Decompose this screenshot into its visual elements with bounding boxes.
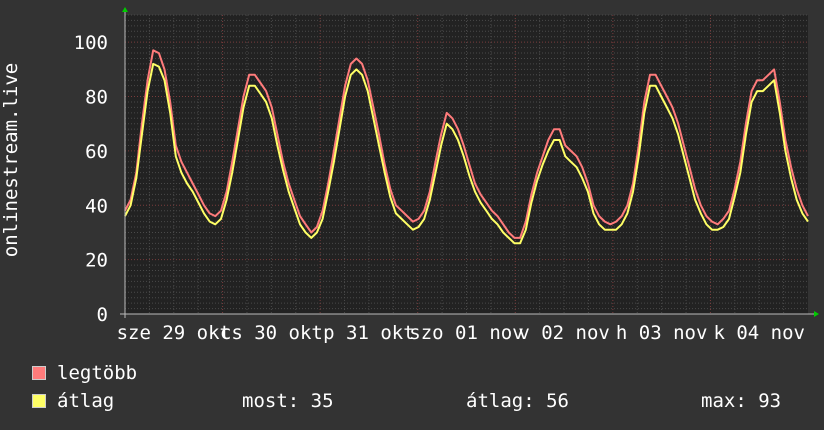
y-tick-label: 80: [85, 87, 108, 109]
y-tick-label: 100: [74, 32, 108, 54]
y-tick-label: 40: [85, 195, 108, 217]
stat-max: max: 93: [701, 390, 782, 412]
stat-average: átlag: 56: [466, 390, 569, 412]
legend-label-max: legtöbb: [57, 362, 138, 384]
legend-item-max: legtöbb: [32, 362, 137, 384]
x-tick-label: p 31 okt: [323, 322, 415, 344]
x-axis-arrow: [814, 311, 819, 317]
x-tick-label: szo 01 nov: [409, 322, 523, 344]
legend-swatch-max: [32, 366, 46, 380]
y-tick-label: 60: [85, 141, 108, 163]
y-axis-arrow: [122, 7, 128, 12]
legend-swatch-avg: [32, 394, 46, 408]
y-tick-label: 20: [85, 250, 108, 272]
legend-label-avg: átlag: [57, 390, 115, 412]
y-axis-label: onlinestream.live: [0, 0, 22, 320]
x-tick-label: h 03 nov: [616, 322, 708, 344]
y-axis-label-text: onlinestream.live: [0, 62, 22, 258]
x-tick-labels: sze 29 oktcs 30 okt p 31 oktszo 01 novv 0…: [117, 322, 805, 344]
stat-now: most: 35: [242, 390, 334, 412]
x-tick-label: v 02 nov: [518, 322, 610, 344]
x-tick-label: cs 30 okt: [220, 322, 323, 344]
legend-item-avg: átlag: [32, 390, 114, 412]
x-tick-label: k 04 nov: [713, 322, 805, 344]
y-tick-labels: 0 20 40 60 80 100: [74, 32, 108, 326]
y-tick-label: 0: [97, 304, 108, 326]
x-tick-label: sze 29 okt: [117, 322, 231, 344]
